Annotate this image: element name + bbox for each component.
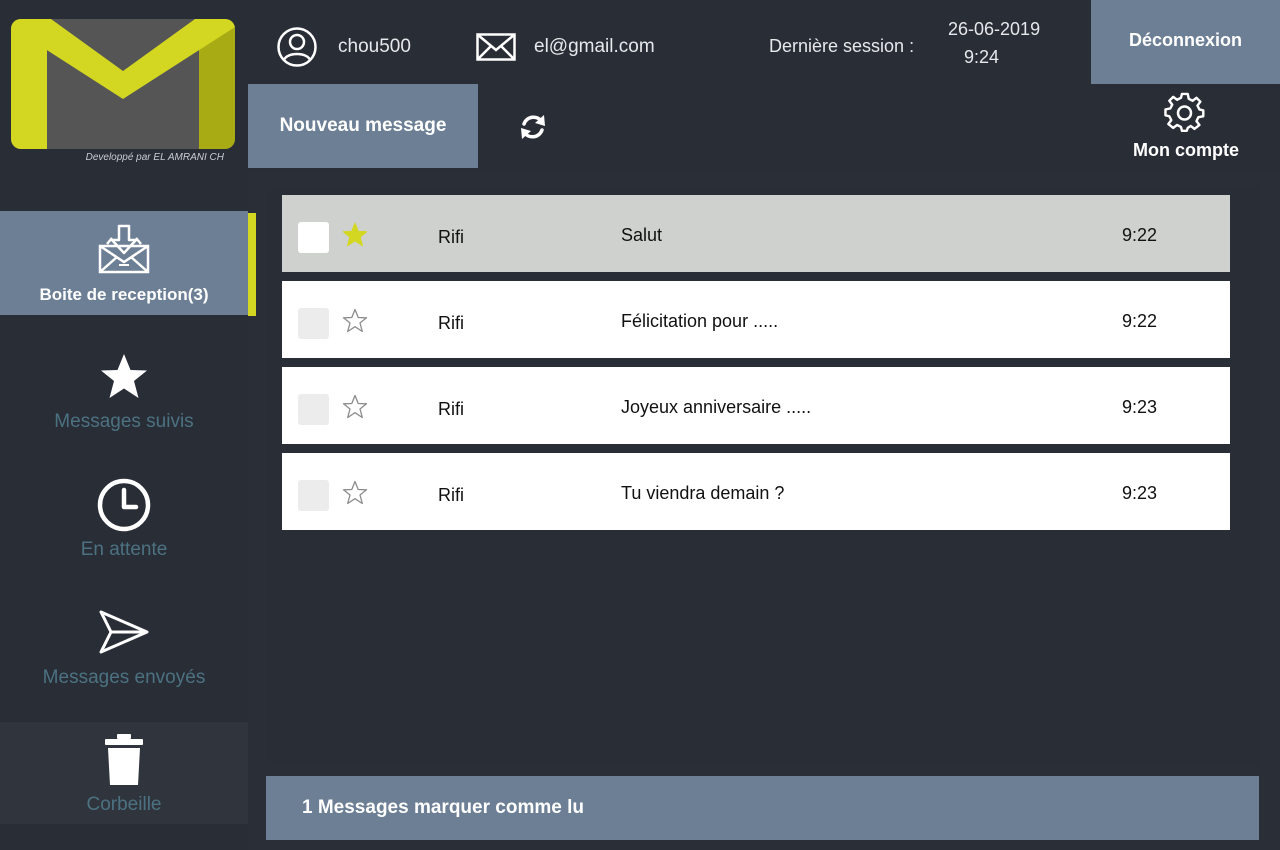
message-subject: Joyeux anniversaire ..... [621,397,812,417]
user-circle-icon [277,27,317,72]
sidebar-item-label: Messages suivis [54,411,194,432]
message-row[interactable]: Rifi Félicitation pour ..... 9:22 [282,281,1230,358]
refresh-icon [521,115,545,139]
star-outline-icon[interactable] [342,480,368,511]
send-icon [99,610,149,654]
account-button[interactable]: Mon compte [1114,92,1258,166]
message-sender: Rifi [438,399,464,419]
inbox-download-icon [98,224,150,274]
developer-credit: Developpé par EL AMRANI CH [85,152,224,163]
message-subject: Tu viendra demain ? [621,483,785,503]
user-email: el@gmail.com [534,36,655,57]
message-checkbox[interactable] [298,394,329,425]
clock-icon [97,478,151,532]
message-row[interactable]: Rifi Joyeux anniversaire ..... 9:23 [282,367,1230,444]
last-session-label: Dernière session : [769,36,915,56]
star-outline-icon[interactable] [342,394,368,425]
sidebar-item-starred[interactable]: Messages suivis [0,339,248,443]
message-sender: Rifi [438,313,464,333]
message-subject: Félicitation pour ..... [621,311,779,331]
sidebar-item-trash[interactable]: Corbeille [0,722,248,824]
envelope-icon [476,33,516,66]
last-session-time: 9:24 [964,47,1000,67]
message-sender: Rifi [438,227,464,247]
message-sender: Rifi [438,485,464,505]
top-bar: chou500 el@gmail.com Dernière session : … [248,0,1280,84]
star-outline-icon[interactable] [342,308,368,339]
message-checkbox[interactable] [298,222,329,253]
message-row[interactable]: Rifi Salut 9:22 [282,195,1230,272]
sidebar: Developpé par EL AMRANI CH Boite de rece… [0,0,256,850]
new-message-button[interactable]: Nouveau message [248,84,478,168]
username: chou500 [338,36,411,57]
message-list: Rifi Salut 9:22 Rifi Félicitation pour .....… [266,186,1260,766]
message-row[interactable]: Rifi Tu viendra demain ? 9:23 [282,453,1230,530]
sidebar-item-inbox[interactable]: Boite de reception(3) [0,211,248,315]
gear-icon [1164,92,1206,139]
message-checkbox[interactable] [298,308,329,339]
sidebar-item-label: Messages envoyés [42,667,206,688]
trash-icon [105,734,143,785]
app-logo [11,19,235,149]
message-time: 9:23 [1122,483,1158,503]
active-indicator [248,213,256,316]
refresh-button[interactable] [518,112,552,146]
message-time: 9:22 [1122,225,1158,245]
toolbar: Nouveau message Mon compte [248,84,1280,170]
star-filled-icon[interactable] [342,222,368,253]
sidebar-item-label: Corbeille [86,794,162,815]
account-label: Mon compte [1133,140,1239,160]
star-icon [101,354,147,398]
sidebar-item-sent[interactable]: Messages envoyés [0,595,248,699]
sidebar-item-label: En attente [80,539,168,560]
message-time: 9:22 [1122,311,1158,331]
mail-app: Developpé par EL AMRANI CH Boite de rece… [0,0,1280,850]
sidebar-item-pending[interactable]: En attente [0,467,248,571]
last-session-date: 26-06-2019 [948,19,1041,39]
sidebar-item-label: Boite de reception(3) [39,285,209,304]
message-subject: Salut [621,225,663,245]
logout-button[interactable]: Déconnexion [1091,0,1280,84]
message-checkbox[interactable] [298,480,329,511]
status-bar: 1 Messages marquer comme lu [266,776,1259,840]
message-time: 9:23 [1122,397,1158,417]
